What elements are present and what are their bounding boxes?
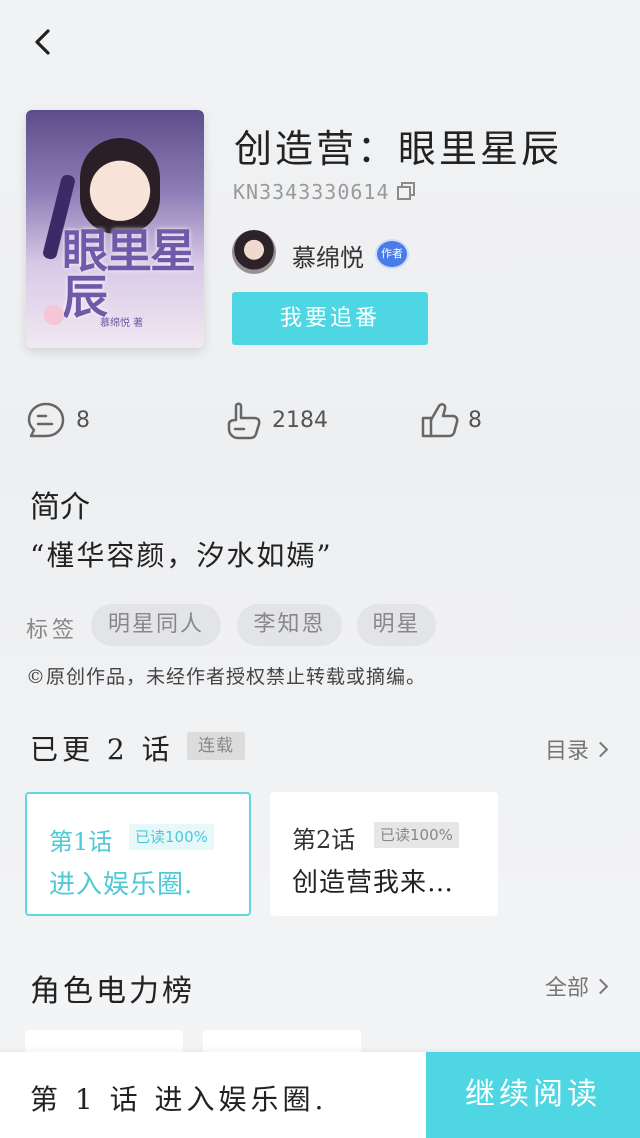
current-chapter-text[interactable]: 第 1 话 进入娱乐圈. xyxy=(30,1078,327,1118)
chapter-name: 创造营我来… xyxy=(292,868,455,898)
chevron-right-icon xyxy=(592,978,609,995)
copy-icon[interactable] xyxy=(396,180,418,202)
author-avatar[interactable] xyxy=(232,230,276,274)
stat-pokes[interactable] xyxy=(224,400,264,444)
cover-author: 慕绵悦 著 xyxy=(100,318,144,329)
chapter-number: 第2话 xyxy=(292,826,356,854)
chapter-read-badge: 已读100% xyxy=(129,824,214,850)
toc-link-label: 目录 xyxy=(545,739,590,764)
tags-label: 标签 xyxy=(26,618,79,643)
continue-reading-button[interactable]: 继续阅读 xyxy=(426,1052,640,1138)
chapter-number: 第1话 xyxy=(49,828,113,856)
cover-title-art: 眼里星辰 xyxy=(62,224,196,324)
tag-item[interactable]: 李知恩 xyxy=(237,604,342,646)
comment-icon xyxy=(27,402,65,438)
serial-status-badge: 连载 xyxy=(187,732,245,760)
copyright-notice: ©原创作品，未经作者授权禁止转载或摘编。 xyxy=(26,666,427,688)
stat-comments[interactable] xyxy=(26,400,66,444)
author-name[interactable]: 慕绵悦 xyxy=(292,238,364,273)
cover-flower xyxy=(34,300,74,330)
book-code: KN3343330614 xyxy=(233,180,390,204)
follow-button[interactable]: 我要追番 xyxy=(232,292,428,345)
chapter-name: 进入娱乐圈. xyxy=(49,870,194,900)
roles-heading: 角色电力榜 xyxy=(30,974,195,1009)
stat-comments-count: 8 xyxy=(76,408,90,433)
stat-pokes-count: 2184 xyxy=(272,408,328,433)
back-button[interactable] xyxy=(24,22,64,62)
stat-likes[interactable] xyxy=(420,400,460,444)
chapter-card-1[interactable]: 第1话 已读100% 进入娱乐圈. xyxy=(25,792,251,916)
book-cover[interactable]: 眼里星辰 慕绵悦 著 xyxy=(26,110,204,348)
roles-all-link[interactable]: 全部 xyxy=(545,970,609,1002)
chevron-right-icon xyxy=(592,741,609,758)
poke-icon xyxy=(227,402,261,440)
chapter-read-badge: 已读100% xyxy=(374,822,459,848)
cover-portrait xyxy=(80,138,160,234)
chevron-left-icon xyxy=(35,29,50,55)
book-title: 创造营：眼里星辰 xyxy=(234,127,563,171)
chapters-heading: 已更 2 话 xyxy=(30,733,174,766)
thumbs-up-icon xyxy=(421,403,459,438)
stat-likes-count: 8 xyxy=(468,408,482,433)
tag-item[interactable]: 明星 xyxy=(357,604,436,646)
tag-item[interactable]: 明星同人 xyxy=(91,604,221,646)
roles-all-label: 全部 xyxy=(545,976,590,1001)
toc-link[interactable]: 目录 xyxy=(545,733,609,765)
author-badge: 作者 xyxy=(377,241,407,267)
intro-heading: 简介 xyxy=(30,490,90,525)
chapter-card-2[interactable]: 第2话 已读100% 创造营我来… xyxy=(270,792,498,916)
intro-text: “槿华容颜，汐水如嫣” xyxy=(30,539,333,572)
